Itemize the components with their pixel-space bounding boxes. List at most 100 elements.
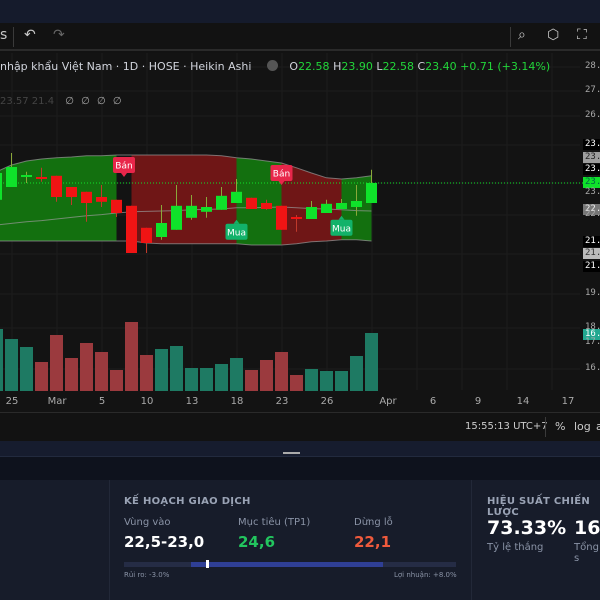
volume-bar xyxy=(65,358,78,391)
candle-body xyxy=(171,205,182,230)
divider xyxy=(471,480,472,600)
price-axis-label: 23. xyxy=(583,139,600,150)
signal-pointer xyxy=(121,173,127,177)
candle-body xyxy=(81,191,92,203)
volume-bar xyxy=(0,329,3,391)
volume-bar xyxy=(5,339,18,391)
candle-body xyxy=(336,203,347,209)
volume-bar xyxy=(140,355,153,391)
candle-body xyxy=(366,183,377,203)
divider xyxy=(109,480,110,600)
volume-bar xyxy=(20,347,33,391)
percent-toggle[interactable]: % xyxy=(555,420,565,433)
volume-bar xyxy=(170,346,183,391)
low-value: 22.58 xyxy=(382,60,414,73)
date-axis-label: 18 xyxy=(230,396,244,407)
signal-sell-label: Bán xyxy=(115,162,132,172)
date-axis-label: 25 xyxy=(5,396,19,407)
candle-body xyxy=(216,195,227,210)
candle-body xyxy=(231,191,242,203)
candle-body xyxy=(201,207,212,212)
date-axis-label: 14 xyxy=(516,396,530,407)
reward-text: Lợi nhuận: +8.0% xyxy=(394,571,457,579)
spacer xyxy=(0,457,600,480)
volume-bar xyxy=(80,343,93,391)
volume-bar xyxy=(215,364,228,391)
candle-body xyxy=(246,197,257,209)
stop-value: 22,1 xyxy=(354,533,392,551)
indicator-legend: 23.57 21.4 ∅ ∅ ∅ ∅ xyxy=(0,96,124,107)
candle-body xyxy=(291,217,302,219)
volume-bar xyxy=(335,371,348,391)
risk-reward-bar xyxy=(124,560,456,568)
price-axis-label: 17. xyxy=(585,337,600,347)
drag-handle[interactable] xyxy=(283,452,300,454)
risk-text: Rủi ro: -3.0% xyxy=(124,571,170,579)
price-axis-label: 22. xyxy=(585,209,600,219)
volume-bar xyxy=(155,349,168,391)
panel-splitter[interactable] xyxy=(0,441,600,457)
target-label: Mục tiêu (TP1) xyxy=(238,517,311,528)
price-axis-label: 23. xyxy=(585,187,600,197)
price-axis-label: 16. xyxy=(585,363,600,373)
close-value: 23.40 xyxy=(425,60,457,73)
candle-body xyxy=(0,173,2,200)
candle-body xyxy=(36,177,47,179)
volume-bar xyxy=(125,322,138,391)
date-axis-label: 13 xyxy=(185,396,199,407)
risk-reward-range xyxy=(191,562,383,567)
minus-circle-icon[interactable] xyxy=(266,60,278,71)
candle-body xyxy=(186,205,197,218)
divider xyxy=(545,417,546,437)
date-axis-label: 26 xyxy=(320,396,334,407)
chart-legend: nhập khẩu Việt Nam · 1D · HOSE · Heikin … xyxy=(0,60,551,73)
candle-body xyxy=(261,203,272,209)
date-axis-label: 17 xyxy=(561,396,575,407)
signal-sell-label: Bán xyxy=(273,170,290,180)
volume-bar xyxy=(110,370,123,391)
candle-body xyxy=(21,175,32,177)
candle-body xyxy=(351,201,362,207)
price-axis-label: 26. xyxy=(585,110,600,120)
auto-toggle[interactable]: a xyxy=(596,420,600,433)
chart-bottom-bar: 15:55:13 UTC+7 % log a xyxy=(0,412,600,441)
candle-body xyxy=(6,167,17,187)
change-value: +0.71 (+3.14%) xyxy=(460,60,551,73)
price-axis-label: 28. xyxy=(585,61,600,71)
candle-body xyxy=(126,205,137,253)
price-axis-label: 21. xyxy=(583,236,600,247)
volume-bar xyxy=(35,362,48,391)
candle-body xyxy=(66,187,77,197)
total-trades-label: Tổng s xyxy=(574,542,599,564)
candle-body xyxy=(321,203,332,213)
volume-bar xyxy=(320,371,333,391)
price-axis-label: 23. xyxy=(583,152,600,163)
date-axis-label: 10 xyxy=(140,396,154,407)
current-price-marker xyxy=(206,560,209,568)
win-rate-label: Tỷ lệ thắng xyxy=(487,542,544,553)
price-axis-label: 23. xyxy=(583,164,600,175)
date-axis-label: 6 xyxy=(429,396,437,407)
volume-bar xyxy=(230,358,243,391)
candle-body xyxy=(51,175,62,197)
trade-plan-heading: KẾ HOẠCH GIAO DỊCH xyxy=(124,496,251,507)
stop-label: Dừng lỗ xyxy=(354,517,393,528)
target-value: 24,6 xyxy=(238,533,276,551)
candle-body xyxy=(276,205,287,230)
open-value: 22.58 xyxy=(298,60,330,73)
date-axis-label: Apr xyxy=(379,396,397,407)
volume-bar xyxy=(350,356,363,391)
indicator-placeholders: ∅ ∅ ∅ ∅ xyxy=(65,96,124,107)
price-axis-label: 21. xyxy=(583,248,600,259)
volume-bar xyxy=(245,370,258,391)
volume-bar xyxy=(305,369,318,391)
date-axis-label: 23 xyxy=(275,396,289,407)
symbol-title: nhập khẩu Việt Nam · 1D · HOSE · Heikin … xyxy=(0,60,252,73)
price-axis-label: 27. xyxy=(585,85,600,95)
volume-bar xyxy=(290,375,303,391)
date-axis-label: 9 xyxy=(474,396,482,407)
indicator-values: 23.57 21.4 xyxy=(0,96,55,107)
volume-bar xyxy=(200,368,213,391)
log-toggle[interactable]: log xyxy=(574,420,591,433)
signal-buy-label: Mua xyxy=(332,224,351,234)
